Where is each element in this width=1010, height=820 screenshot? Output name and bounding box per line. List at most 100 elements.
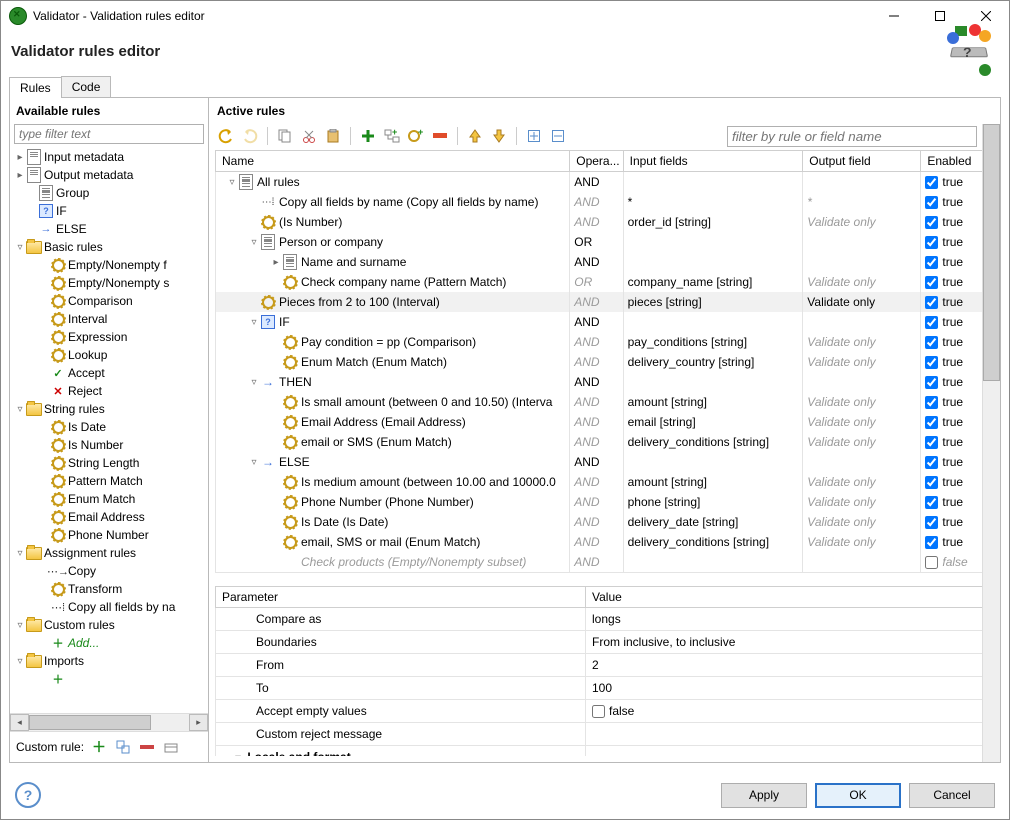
copy-button[interactable] bbox=[274, 125, 296, 147]
add-rule-button[interactable]: + bbox=[405, 125, 427, 147]
table-row[interactable]: ⋯⁞Copy all fields by name (Copy all fiel… bbox=[216, 192, 983, 212]
enabled-checkbox[interactable] bbox=[925, 196, 938, 209]
table-row[interactable]: Pieces from 2 to 100 (Interval)ANDpieces… bbox=[216, 292, 983, 312]
tree-item[interactable]: Group bbox=[12, 184, 208, 202]
table-row[interactable]: Is small amount (between 0 and 10.50) (I… bbox=[216, 392, 983, 412]
tree-item[interactable]: ▿Imports bbox=[12, 652, 208, 670]
twisty-icon[interactable]: ▸ bbox=[270, 257, 282, 268]
enabled-checkbox[interactable] bbox=[925, 376, 938, 389]
table-row[interactable]: Is Date (Is Date)ANDdelivery_date [strin… bbox=[216, 512, 983, 532]
redo-button[interactable] bbox=[239, 125, 261, 147]
table-row[interactable]: Is medium amount (between 10.00 and 1000… bbox=[216, 472, 983, 492]
param-row[interactable]: Custom reject message bbox=[216, 723, 983, 746]
twisty-icon[interactable]: ▿ bbox=[248, 457, 260, 468]
tree-item[interactable]: Empty/Nonempty s bbox=[12, 274, 208, 292]
table-row[interactable]: ▿→ELSEANDtrue bbox=[216, 452, 983, 472]
table-row[interactable]: Pay condition = pp (Comparison)ANDpay_co… bbox=[216, 332, 983, 352]
tree-item[interactable]: ⋯⁞Copy all fields by na bbox=[12, 598, 208, 616]
custom-rule-export-button[interactable] bbox=[162, 738, 180, 756]
tree-item[interactable]: ▿Custom rules bbox=[12, 616, 208, 634]
apply-button[interactable]: Apply bbox=[721, 783, 807, 808]
enabled-checkbox[interactable] bbox=[925, 356, 938, 369]
custom-rule-add-button[interactable]: ＋ bbox=[90, 738, 108, 756]
col-input-fields[interactable]: Input fields bbox=[623, 151, 803, 172]
tree-item[interactable]: ▿Assignment rules bbox=[12, 544, 208, 562]
table-row[interactable]: (Is Number)ANDorder_id [string]Validate … bbox=[216, 212, 983, 232]
enabled-checkbox[interactable] bbox=[925, 216, 938, 229]
param-row[interactable]: BoundariesFrom inclusive, to inclusive bbox=[216, 631, 983, 654]
table-row[interactable]: ▿All rulesANDtrue bbox=[216, 172, 983, 193]
param-row[interactable]: Compare aslongs bbox=[216, 608, 983, 631]
cancel-button[interactable]: Cancel bbox=[909, 783, 995, 808]
table-row[interactable]: ▿?IFANDtrue bbox=[216, 312, 983, 332]
tree-item-add[interactable]: ＋Add... bbox=[12, 634, 208, 652]
enabled-checkbox[interactable] bbox=[925, 336, 938, 349]
active-rules-filter[interactable] bbox=[727, 126, 977, 147]
param-checkbox[interactable] bbox=[592, 705, 605, 718]
enabled-checkbox[interactable] bbox=[925, 236, 938, 249]
col-output-field[interactable]: Output field bbox=[803, 151, 921, 172]
table-row[interactable]: Check products (Empty/Nonempty subset)AN… bbox=[216, 552, 983, 573]
col-value[interactable]: Value bbox=[586, 587, 983, 608]
param-section[interactable]: ▿ Locale and format bbox=[216, 746, 983, 757]
collapse-all-button[interactable] bbox=[547, 125, 569, 147]
scroll-right-icon[interactable]: ▸ bbox=[189, 714, 208, 731]
tree-item[interactable]: →ELSE bbox=[12, 220, 208, 238]
tree-item[interactable]: ?IF bbox=[12, 202, 208, 220]
tree-item[interactable]: Email Address bbox=[12, 508, 208, 526]
add-child-button[interactable]: + bbox=[381, 125, 403, 147]
tree-item[interactable]: String Length bbox=[12, 454, 208, 472]
enabled-checkbox[interactable] bbox=[925, 276, 938, 289]
help-button[interactable]: ? bbox=[15, 782, 41, 808]
tree-item[interactable]: ✓Accept bbox=[12, 364, 208, 382]
tree-item[interactable]: Expression bbox=[12, 328, 208, 346]
minimize-button[interactable] bbox=[871, 1, 917, 31]
enabled-checkbox[interactable] bbox=[925, 476, 938, 489]
tab-code[interactable]: Code bbox=[61, 76, 112, 97]
undo-button[interactable] bbox=[215, 125, 237, 147]
enabled-checkbox[interactable] bbox=[925, 496, 938, 509]
twisty-icon[interactable]: ▿ bbox=[248, 237, 260, 248]
enabled-checkbox[interactable] bbox=[925, 396, 938, 409]
table-row[interactable]: email, SMS or mail (Enum Match)ANDdelive… bbox=[216, 532, 983, 552]
cut-button[interactable] bbox=[298, 125, 320, 147]
table-row[interactable]: email or SMS (Enum Match)ANDdelivery_con… bbox=[216, 432, 983, 452]
tree-item[interactable]: Is Date bbox=[12, 418, 208, 436]
param-row[interactable]: To100 bbox=[216, 677, 983, 700]
tree-item[interactable]: ⋯→Copy bbox=[12, 562, 208, 580]
col-name[interactable]: Name bbox=[216, 151, 570, 172]
tree-item[interactable]: Interval bbox=[12, 310, 208, 328]
table-row[interactable]: ▸Name and surnameANDtrue bbox=[216, 252, 983, 272]
table-row[interactable]: ▿Person or companyORtrue bbox=[216, 232, 983, 252]
tree-item[interactable]: Lookup bbox=[12, 346, 208, 364]
param-row[interactable]: From2 bbox=[216, 654, 983, 677]
tree-item[interactable]: ▿Basic rules bbox=[12, 238, 208, 256]
parameter-table[interactable]: Parameter Value Compare aslongsBoundarie… bbox=[215, 586, 983, 756]
tree-hscrollbar[interactable]: ◂ ▸ bbox=[10, 713, 208, 731]
enabled-checkbox[interactable] bbox=[925, 316, 938, 329]
tree-item[interactable]: ✕Reject bbox=[12, 382, 208, 400]
tab-rules[interactable]: Rules bbox=[9, 77, 62, 98]
remove-button[interactable] bbox=[429, 125, 451, 147]
tree-item[interactable]: Is Number bbox=[12, 436, 208, 454]
ok-button[interactable]: OK bbox=[815, 783, 901, 808]
tree-item[interactable]: ▿String rules bbox=[12, 400, 208, 418]
col-operator[interactable]: Opera... bbox=[570, 151, 623, 172]
move-up-button[interactable] bbox=[464, 125, 486, 147]
scroll-left-icon[interactable]: ◂ bbox=[10, 714, 29, 731]
right-vscrollbar[interactable] bbox=[982, 124, 1000, 762]
table-row[interactable]: Phone Number (Phone Number)ANDphone [str… bbox=[216, 492, 983, 512]
col-parameter[interactable]: Parameter bbox=[216, 587, 586, 608]
tree-item[interactable]: ▸Input metadata bbox=[12, 148, 208, 166]
table-row[interactable]: Check company name (Pattern Match)ORcomp… bbox=[216, 272, 983, 292]
enabled-checkbox[interactable] bbox=[925, 416, 938, 429]
enabled-checkbox[interactable] bbox=[925, 456, 938, 469]
enabled-checkbox[interactable] bbox=[925, 556, 938, 569]
available-rules-filter[interactable] bbox=[14, 124, 204, 144]
active-rules-grid[interactable]: Name Opera... Input fields Output field … bbox=[215, 150, 983, 573]
enabled-checkbox[interactable] bbox=[925, 296, 938, 309]
add-button[interactable] bbox=[357, 125, 379, 147]
enabled-checkbox[interactable] bbox=[925, 436, 938, 449]
enabled-checkbox[interactable] bbox=[925, 256, 938, 269]
enabled-checkbox[interactable] bbox=[925, 516, 938, 529]
